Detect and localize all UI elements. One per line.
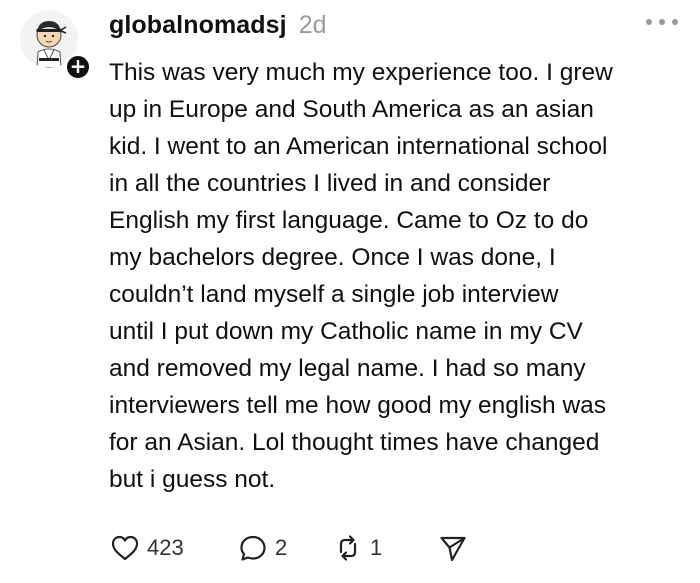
- share-button[interactable]: [437, 532, 469, 564]
- repost-button[interactable]: 1: [332, 532, 437, 564]
- dot: [646, 19, 652, 25]
- like-button[interactable]: 423: [109, 532, 237, 564]
- action-bar: 423 2 1: [109, 528, 469, 568]
- avatar-container[interactable]: +: [20, 10, 92, 82]
- repost-icon: [339, 535, 357, 561]
- post-header: globalnomadsj 2d: [109, 11, 327, 45]
- post-body: This was very much my experience too. I …: [109, 59, 613, 493]
- reply-button[interactable]: 2: [237, 532, 332, 564]
- heart-icon: [111, 535, 139, 561]
- username[interactable]: globalnomadsj: [109, 11, 287, 40]
- comment-bubble-icon: [240, 535, 266, 561]
- reply-count: 2: [275, 535, 288, 560]
- more-options-icon[interactable]: [646, 12, 678, 32]
- post-time: 2d: [298, 11, 327, 39]
- thread-post: + globalnomadsj 2d This was very much my…: [0, 0, 700, 583]
- follow-plus-icon[interactable]: +: [64, 53, 92, 81]
- repost-count: 1: [370, 535, 383, 560]
- dot: [672, 19, 678, 25]
- dot: [659, 19, 665, 25]
- send-icon: [440, 536, 466, 562]
- like-count: 423: [147, 535, 184, 560]
